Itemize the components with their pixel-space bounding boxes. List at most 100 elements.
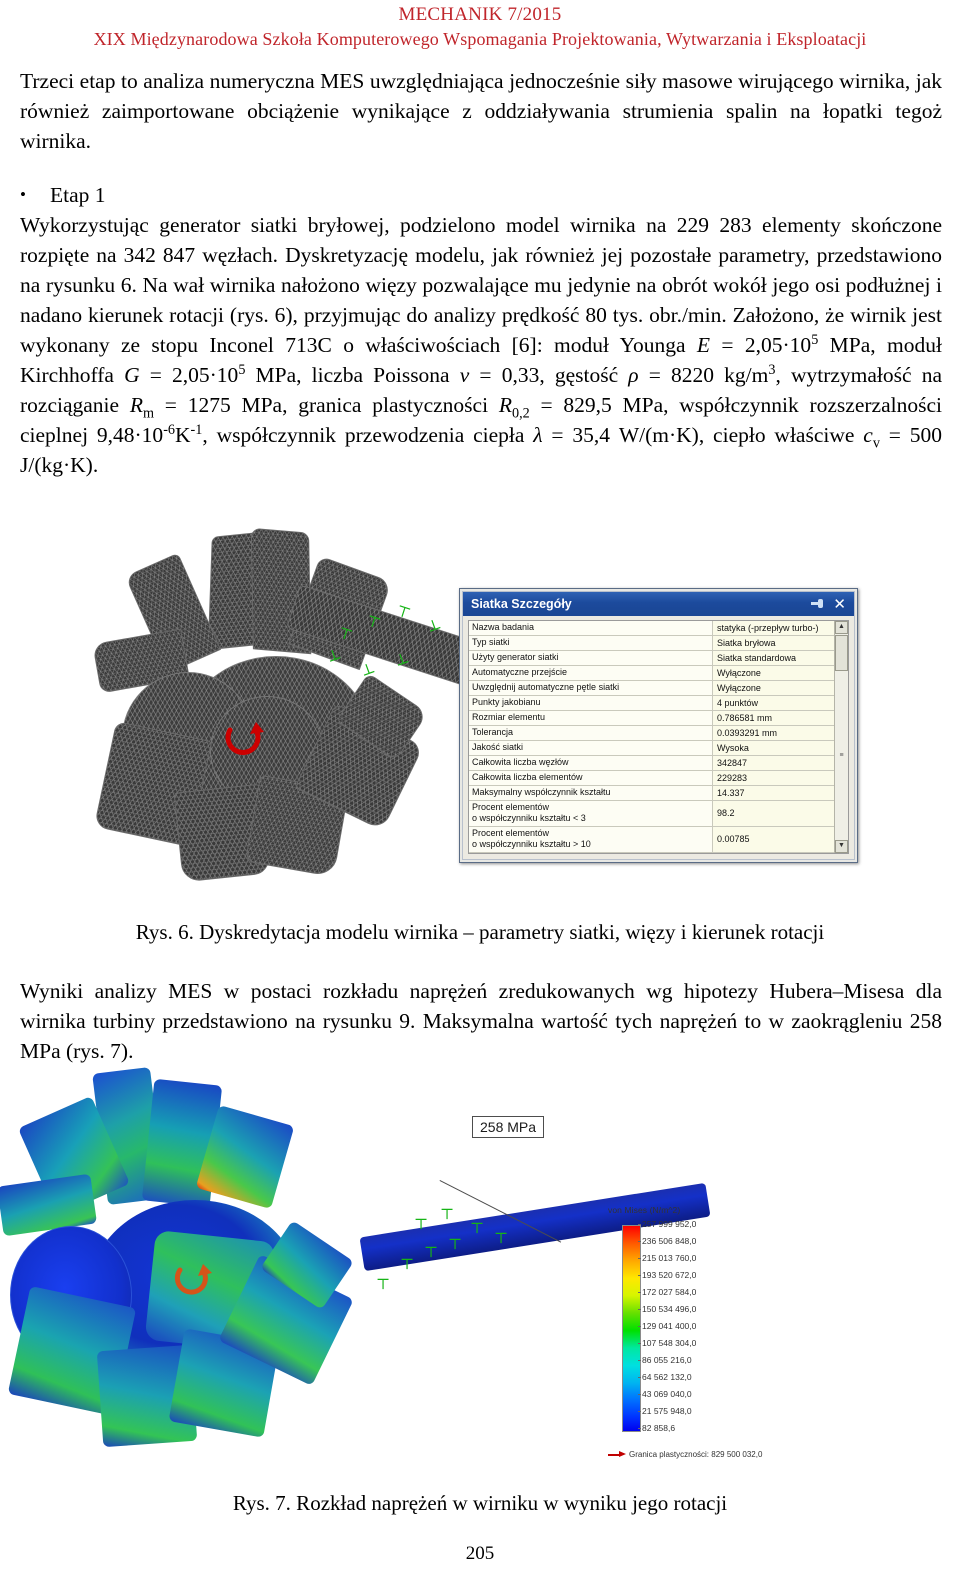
row-value: Wysoka <box>713 741 834 755</box>
fixture-symbol-icon: ⊤ <box>376 1277 391 1293</box>
table-row: Nazwa badania statyka (-przepływ turbo-) <box>469 621 834 636</box>
legend-tick: 107 548 304,0 <box>637 1338 697 1348</box>
row-label: Procent elementów o współczynniku kształ… <box>469 801 713 826</box>
row-value: 0.00785 <box>713 827 834 852</box>
row-label: Całkowita liczba węzłów <box>469 756 713 770</box>
table-row: Automatyczne przejście Wyłączone <box>469 666 834 681</box>
legend-tick: 129 041 400,0 <box>637 1321 697 1331</box>
yield-limit-label: Granica plastyczności: 829 500 032,0 <box>629 1450 763 1459</box>
scroll-thumb[interactable] <box>835 635 848 671</box>
legend-tick: 64 562 132,0 <box>638 1372 692 1382</box>
paragraph-3: Wyniki analizy MES w postaci rozkładu na… <box>20 979 942 1063</box>
stress-legend: von Mises (N/m^2) 257 999 952,0 236 506 … <box>608 1205 808 1459</box>
row-value: 229283 <box>713 771 834 785</box>
bullet-item-etap1: • Etap 1 <box>20 180 942 210</box>
text-lambda-prefix: , współczynnik przewodzenia ciepła <box>202 423 534 447</box>
row-label: Tolerancja <box>469 726 713 740</box>
rotor-mesh-model: ⊤ ⊤ ⊤ ⊤ ⊤ ⊤ ⊤ <box>60 520 502 890</box>
symbol-rho: ρ <box>628 363 639 387</box>
value-rho: = 8220 kg/m <box>638 363 769 387</box>
row-label: Typ siatki <box>469 636 713 650</box>
sub-R02: 0,2 <box>511 405 530 422</box>
table-row: Procent elementów o współczynniku kształ… <box>469 827 834 853</box>
unit-G: MPa, liczba Poissona <box>245 363 460 387</box>
row-label: Nazwa badania <box>469 621 713 635</box>
unit-alpha: K <box>175 423 191 447</box>
symbol-cv: c <box>863 423 873 447</box>
fixture-symbol-icon: ⊤ <box>440 1207 455 1223</box>
value-E: = 2,05·10 <box>710 333 812 357</box>
fixture-symbol-icon: ⊤ <box>494 1231 509 1247</box>
symbol-G: G <box>124 363 140 387</box>
value-G: = 2,05·10 <box>139 363 239 387</box>
dialog-title-bar[interactable]: Siatka Szczegóły ✕ <box>463 592 854 616</box>
table-row: Typ siatki Siatka bryłowa <box>469 636 834 651</box>
table-row: Rozmiar elementu 0.786581 mm <box>469 711 834 726</box>
article-body: Trzeci etap to analiza numeryczna MES uw… <box>20 66 942 480</box>
row-value: 342847 <box>713 756 834 770</box>
symbol-nu: ν <box>459 363 470 387</box>
journal-title: MECHANIK 7/2015 <box>398 4 562 25</box>
row-label-line2: o współczynniku kształtu > 10 <box>472 838 591 849</box>
document-page: MECHANIK 7/2015 XIX Międzynarodowa Szkoł… <box>0 0 960 1590</box>
row-value: 14.337 <box>713 786 834 800</box>
mesh-details-dialog[interactable]: Siatka Szczegóły ✕ Nazwa badania statyka… <box>459 588 858 863</box>
fixture-symbol-icon: ⊤ <box>424 1245 439 1261</box>
row-label: % zniekształconych elementów (Jacobian) <box>469 853 713 854</box>
table-row: Jakość siatki Wysoka <box>469 741 834 756</box>
row-label: Procent elementów o współczynniku kształ… <box>469 827 713 852</box>
fixture-symbol-icon: ⊤ <box>448 1237 463 1253</box>
scroll-down-button[interactable]: ▼ <box>835 840 848 853</box>
paragraph-1: Trzeci etap to analiza numeryczna MES uw… <box>20 69 942 153</box>
close-icon[interactable]: ✕ <box>833 597 846 612</box>
table-row: Uwzględnij automatyczne pętle siatki Wył… <box>469 681 834 696</box>
scroll-grip-icon: ≡ <box>839 752 844 759</box>
pin-icon[interactable] <box>811 598 825 610</box>
table-row: Użyty generator siatki Siatka standardow… <box>469 651 834 666</box>
figure-2-caption: Rys. 7. Rozkład naprężeń w wirniku w wyn… <box>232 1491 728 1515</box>
row-value: Wyłączone <box>713 666 834 680</box>
rotation-direction-icon <box>168 1258 214 1309</box>
value-lambda: = 35,4 W/(m·K), ciepło właściwe <box>542 423 864 447</box>
row-value: Siatka bryłowa <box>713 636 834 650</box>
page-number: 205 <box>465 1543 495 1564</box>
sub-cv: v <box>872 435 880 452</box>
stress-plot-model: ⊤ ⊤ ⊤ ⊤ ⊤ ⊤ ⊤ ⊤ <box>0 1060 711 1460</box>
dialog-title-icons: ✕ <box>811 597 854 612</box>
row-value: 0 <box>713 853 834 854</box>
table-row: % zniekształconych elementów (Jacobian) … <box>469 853 834 854</box>
bullet-label: Etap 1 <box>50 183 106 207</box>
row-label: Użyty generator siatki <box>469 651 713 665</box>
dialog-scrollbar[interactable]: ▲ ≡ ▼ <box>834 621 848 853</box>
yield-limit-row: Granica plastyczności: 829 500 032,0 <box>608 1450 762 1459</box>
legend-tick: 82 858,6 <box>637 1423 676 1433</box>
scroll-up-button[interactable]: ▲ <box>835 621 848 634</box>
symbol-Rm: R <box>129 393 143 417</box>
dialog-title: Siatka Szczegóły <box>471 597 572 611</box>
row-value: statyka (-przepływ turbo-) <box>713 621 834 635</box>
row-label-line1: Procent elementów <box>472 828 550 838</box>
row-label-line2: o współczynniku kształtu < 3 <box>472 812 586 823</box>
row-label: Maksymalny współczynnik kształtu <box>469 786 713 800</box>
scroll-track[interactable]: ≡ <box>836 671 847 840</box>
symbol-R02: R <box>498 393 512 417</box>
table-row: Całkowita liczba elementów 229283 <box>469 771 834 786</box>
row-value: 0.0393291 mm <box>713 726 834 740</box>
row-label: Uwzględnij automatyczne pętle siatki <box>469 681 713 695</box>
mesh-details-table[interactable]: Nazwa badania statyka (-przepływ turbo-)… <box>468 620 849 854</box>
row-label: Rozmiar elementu <box>469 711 713 725</box>
value-nu: = 0,33, gęstość <box>469 363 629 387</box>
row-label: Jakość siatki <box>469 741 713 755</box>
legend-title: von Mises (N/m^2) <box>608 1205 681 1215</box>
paragraph-2: Wykorzystując generator siatki bryłowej,… <box>20 210 942 480</box>
figure-2: ⊤ ⊤ ⊤ ⊤ ⊤ ⊤ ⊤ ⊤ 258 MPa <box>0 1060 960 1470</box>
color-bar <box>622 1225 641 1432</box>
legend-tick: 86 055 216,0 <box>638 1355 692 1365</box>
row-value: 98.2 <box>713 801 834 826</box>
legend-tick: 43 069 040,0 <box>638 1389 692 1399</box>
row-label-line1: Procent elementów <box>472 802 550 812</box>
row-label: Całkowita liczba elementów <box>469 771 713 785</box>
sub-Rm: m <box>142 405 155 422</box>
legend-tick: 257 999 952,0 <box>637 1219 697 1229</box>
row-value: Wyłączone <box>713 681 834 695</box>
